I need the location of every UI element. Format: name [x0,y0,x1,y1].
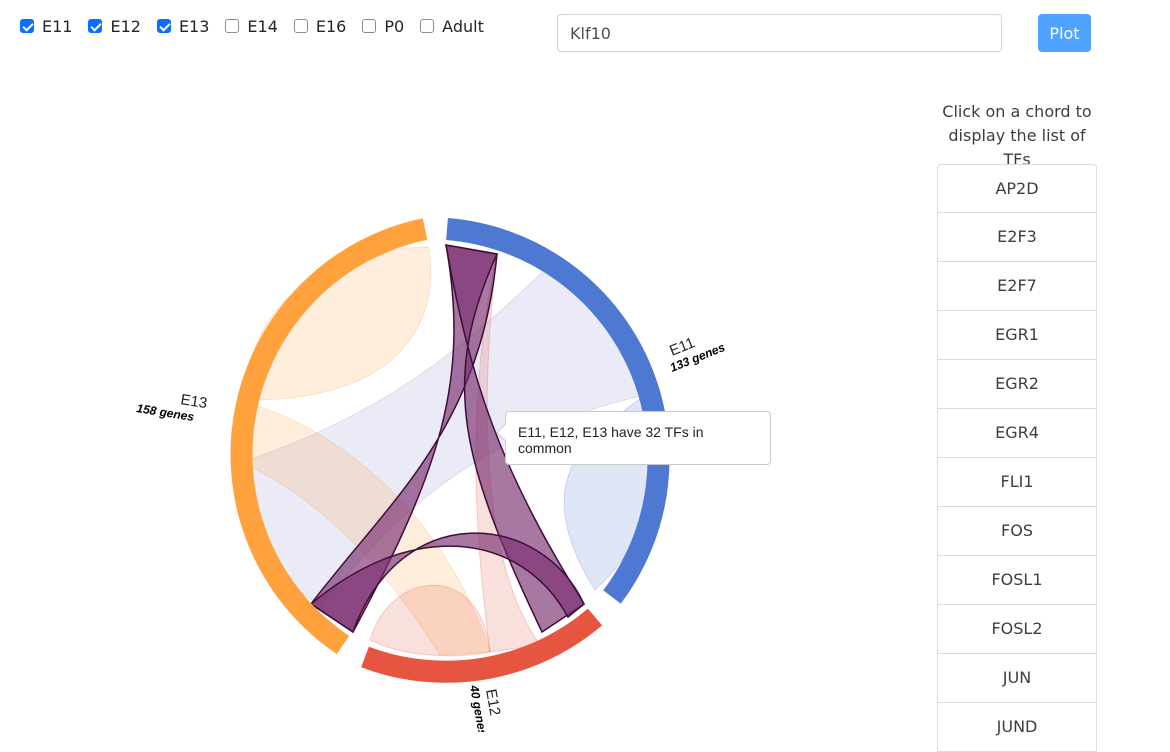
tf-item-jund[interactable]: JUND [937,703,1097,752]
tf-item-ap2d[interactable]: AP2D [937,164,1097,213]
filter-e11[interactable]: E11 [20,17,72,36]
stage-filter-bar: E11 E12 E13 E14 E16 P0 Adult [20,14,500,38]
tf-item-fosl1[interactable]: FOSL1 [937,556,1097,605]
tooltip-text: E11, E12, E13 have 32 TFs in common [518,424,704,456]
checkbox-e12[interactable] [88,19,103,33]
tf-item-fosl2[interactable]: FOSL2 [937,605,1097,654]
plot-button[interactable]: Plot [1038,14,1091,52]
tf-item-egr4[interactable]: EGR4 [937,409,1097,458]
filter-e16[interactable]: E16 [293,17,346,36]
checkbox-e14[interactable] [225,19,240,33]
checkbox-p0[interactable] [362,19,377,33]
tf-item-egr1[interactable]: EGR1 [937,311,1097,360]
chord-tooltip: E11, E12, E13 have 32 TFs in common [505,411,771,465]
tf-item-fli1[interactable]: FLI1 [937,458,1097,507]
checkbox-e13[interactable] [156,19,171,33]
chord-hint-text: Click on a chord to display the list of … [942,102,1092,169]
filter-p0[interactable]: P0 [362,17,404,36]
tf-item-fos[interactable]: FOS [937,507,1097,556]
checkbox-e16[interactable] [293,19,308,33]
tf-item-jun[interactable]: JUN [937,654,1097,703]
tf-item-e2f3[interactable]: E2F3 [937,213,1097,262]
checkbox-adult[interactable] [420,19,435,33]
chord-e12-self[interactable] [369,584,491,657]
gene-search-input[interactable] [557,14,1002,52]
filter-e12[interactable]: E12 [88,17,141,36]
filter-e14[interactable]: E14 [225,17,278,36]
filter-adult[interactable]: Adult [420,17,484,36]
tf-list: AP2D E2F3 E2F7 EGR1 EGR2 EGR4 FLI1 FOS F… [937,164,1097,752]
tf-item-e2f7[interactable]: E2F7 [937,262,1097,311]
checkbox-e11[interactable] [20,19,34,33]
filter-e13[interactable]: E13 [156,17,209,36]
tf-item-egr2[interactable]: EGR2 [937,360,1097,409]
